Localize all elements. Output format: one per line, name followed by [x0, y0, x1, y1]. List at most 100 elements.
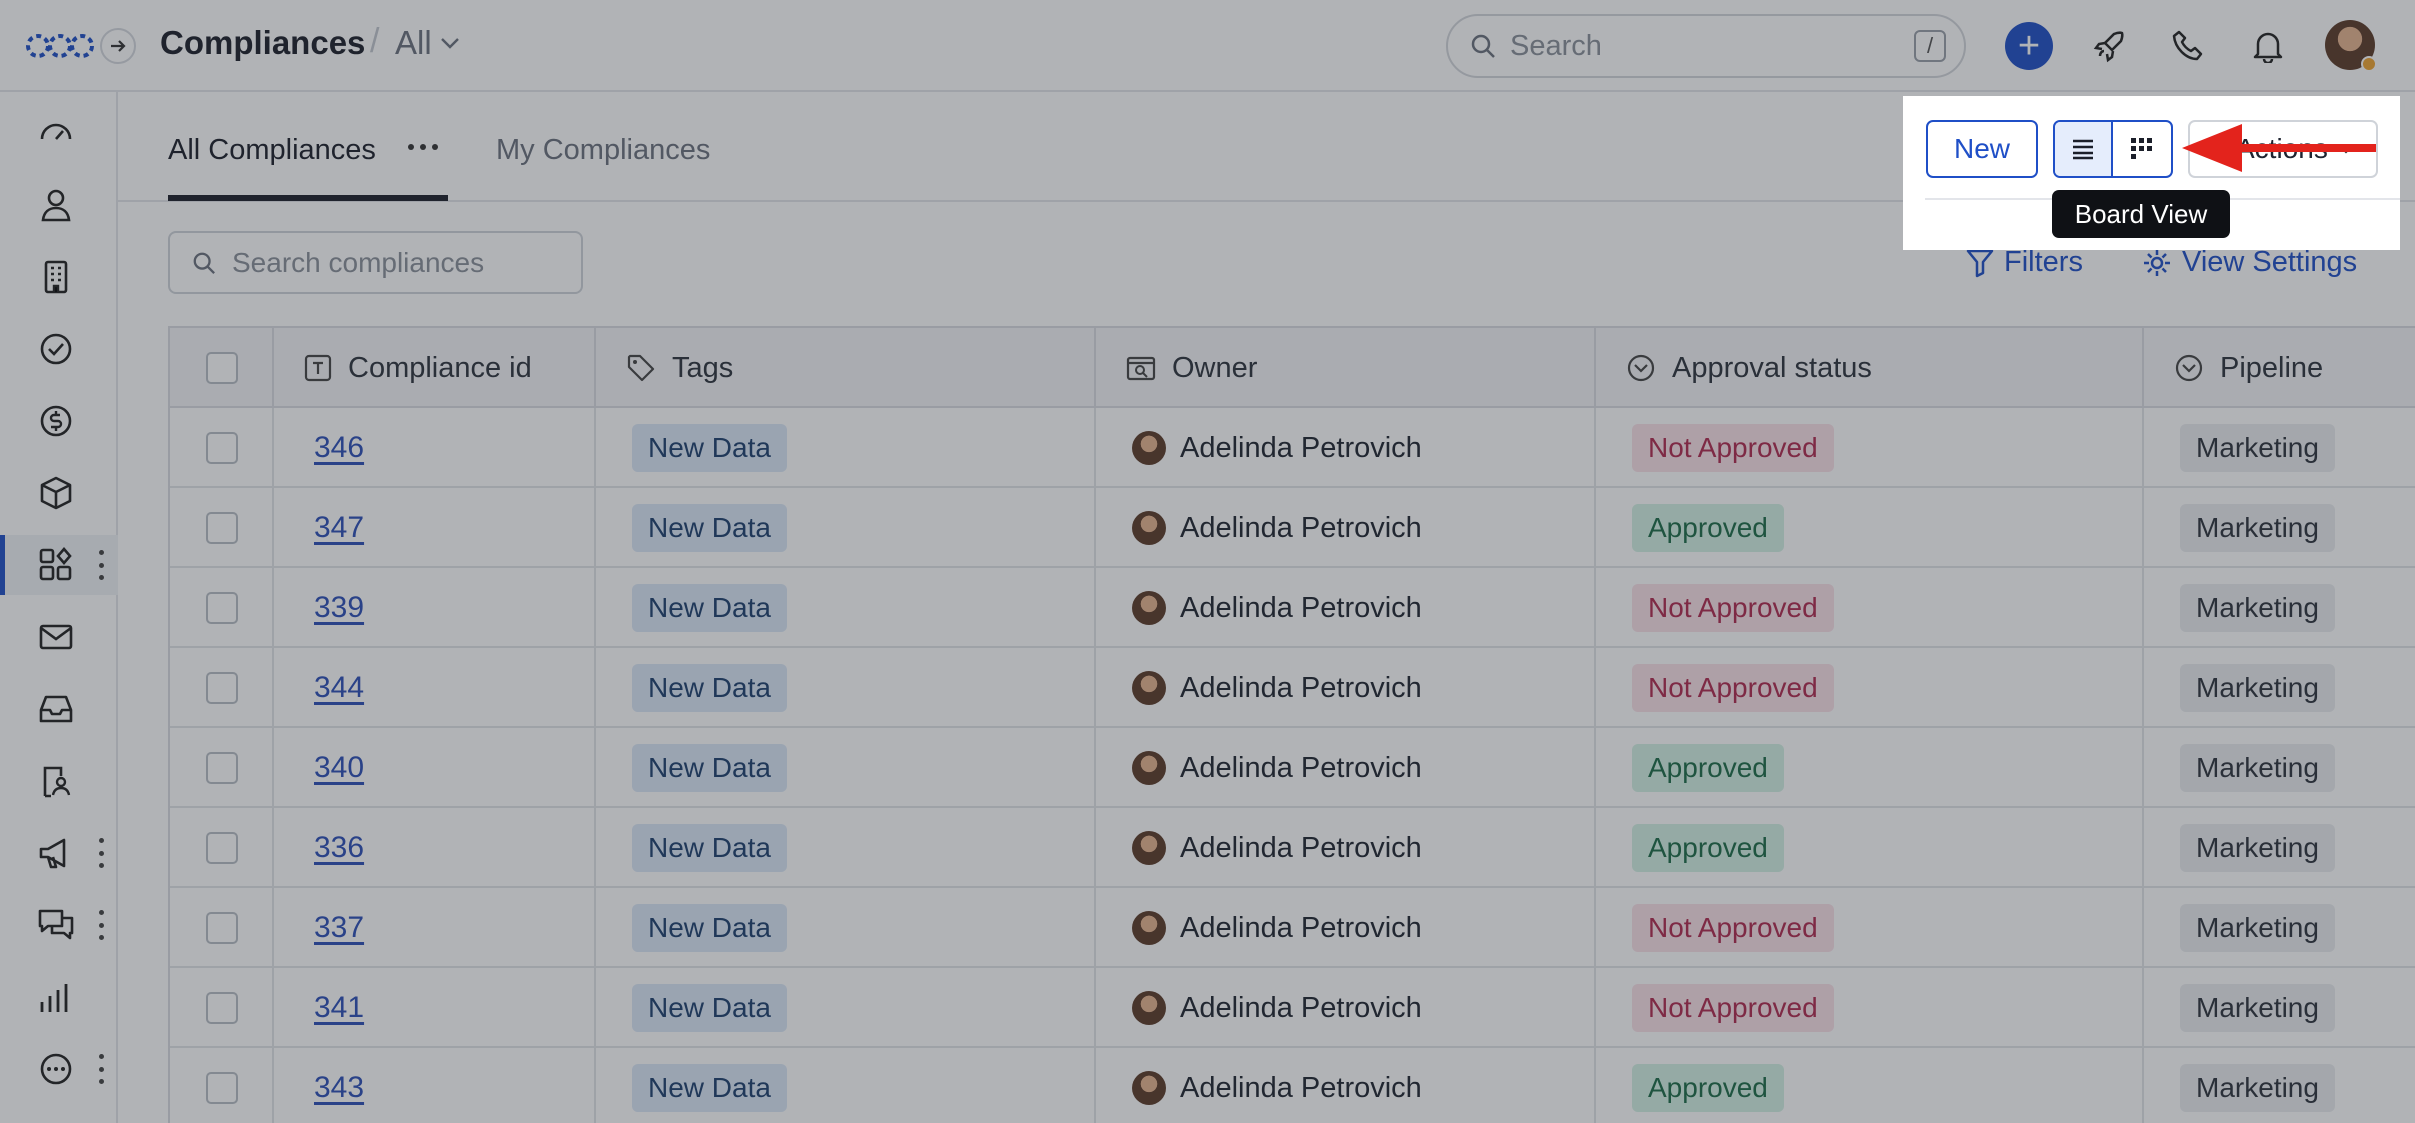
- compliance-search-input[interactable]: Search compliances: [168, 231, 583, 294]
- owner-chip[interactable]: Adelinda Petrovich: [1132, 1071, 1422, 1105]
- table-row[interactable]: 343 New Data Adelinda Petrovich Approved Mar…: [170, 1048, 2415, 1123]
- board-view-button[interactable]: [2113, 122, 2171, 176]
- owner-name: Adelinda Petrovich: [1180, 591, 1422, 624]
- sidebar-item-chat[interactable]: [0, 895, 118, 955]
- sidebar-more-menu-icon[interactable]: [95, 910, 107, 940]
- view-selector-label: All: [395, 24, 432, 61]
- compliance-id-link[interactable]: 340: [314, 751, 364, 785]
- sidebar-item-check-circle[interactable]: [0, 319, 118, 379]
- sidebar-item-apps[interactable]: [0, 535, 118, 595]
- status-badge: Not Approved: [1632, 424, 1834, 472]
- owner-chip[interactable]: Adelinda Petrovich: [1132, 751, 1422, 785]
- row-checkbox[interactable]: [206, 1072, 238, 1104]
- search-shortcut-key: /: [1914, 30, 1946, 62]
- tags-cell: New Data: [596, 968, 1096, 1048]
- compliance-id-link[interactable]: 337: [314, 911, 364, 945]
- column-label: Owner: [1172, 351, 1258, 384]
- sidebar-more-menu-icon[interactable]: [95, 1054, 107, 1084]
- column-label: Tags: [672, 351, 734, 384]
- row-checkbox[interactable]: [206, 832, 238, 864]
- row-checkbox[interactable]: [206, 592, 238, 624]
- table-row[interactable]: 344 New Data Adelinda Petrovich Not Approve…: [170, 648, 2415, 728]
- status-badge: Approved: [1632, 824, 1784, 872]
- compliance-id-link[interactable]: 341: [314, 991, 364, 1025]
- owner-cell: Adelinda Petrovich: [1096, 888, 1596, 968]
- sidebar-item-person[interactable]: [0, 175, 118, 235]
- user-avatar[interactable]: [2325, 20, 2377, 72]
- table-row[interactable]: 337 New Data Adelinda Petrovich Not Approve…: [170, 888, 2415, 968]
- dollar-icon: [36, 401, 76, 441]
- sidebar-item-megaphone[interactable]: [0, 823, 118, 883]
- compliance-id-link[interactable]: 343: [314, 1071, 364, 1105]
- table-row[interactable]: 347 New Data Adelinda Petrovich Approved Mar…: [170, 488, 2415, 568]
- sidebar-item-contact-card[interactable]: [0, 751, 118, 811]
- new-record-button[interactable]: New: [1926, 120, 2038, 178]
- phone-icon[interactable]: [2168, 26, 2208, 66]
- table-row[interactable]: 336 New Data Adelinda Petrovich Approved Mar…: [170, 808, 2415, 888]
- tag-badge: New Data: [632, 744, 787, 792]
- table-row[interactable]: 339 New Data Adelinda Petrovich Not Approve…: [170, 568, 2415, 648]
- select-all-checkbox[interactable]: [206, 352, 238, 384]
- owner-chip[interactable]: Adelinda Petrovich: [1132, 431, 1422, 465]
- compliance-id-link[interactable]: 344: [314, 671, 364, 705]
- compliance-id-link[interactable]: 339: [314, 591, 364, 625]
- owner-chip[interactable]: Adelinda Petrovich: [1132, 991, 1422, 1025]
- approval-status-cell: Not Approved: [1596, 648, 2144, 728]
- sidebar-item-bar-chart[interactable]: [0, 967, 118, 1027]
- column-header-approval-status[interactable]: Approval status: [1596, 328, 2144, 408]
- row-checkbox[interactable]: [206, 912, 238, 944]
- row-select-cell: [170, 648, 274, 728]
- compliance-id-link[interactable]: 347: [314, 511, 364, 545]
- owner-chip[interactable]: Adelinda Petrovich: [1132, 591, 1422, 625]
- global-search-input[interactable]: Search /: [1446, 14, 1966, 78]
- compliance-id-cell: 340: [274, 728, 596, 808]
- status-badge: Not Approved: [1632, 984, 1834, 1032]
- sidebar-item-dollar[interactable]: [0, 391, 118, 451]
- tab-more-menu-button[interactable]: [408, 144, 438, 150]
- row-checkbox[interactable]: [206, 672, 238, 704]
- compliance-search-placeholder: Search compliances: [232, 246, 485, 278]
- row-checkbox[interactable]: [206, 512, 238, 544]
- rocket-icon[interactable]: [2090, 26, 2130, 66]
- compliance-id-link[interactable]: 346: [314, 431, 364, 465]
- column-header-compliance-id[interactable]: Compliance id: [274, 328, 596, 408]
- sidebar-item-mail[interactable]: [0, 607, 118, 667]
- filters-button[interactable]: Filters: [1966, 246, 2083, 279]
- row-checkbox[interactable]: [206, 752, 238, 784]
- tab-all-compliances[interactable]: All Compliances: [168, 134, 376, 167]
- sidebar-more-menu-icon[interactable]: [95, 550, 107, 580]
- expand-sidebar-button[interactable]: [100, 28, 136, 64]
- table-row[interactable]: 341 New Data Adelinda Petrovich Not Approve…: [170, 968, 2415, 1048]
- list-view-button[interactable]: [2055, 122, 2113, 176]
- owner-name: Adelinda Petrovich: [1180, 911, 1422, 944]
- owner-name: Adelinda Petrovich: [1180, 751, 1422, 784]
- compliance-id-link[interactable]: 336: [314, 831, 364, 865]
- column-header-tags[interactable]: Tags: [596, 328, 1096, 408]
- app-logo-icon[interactable]: [26, 28, 94, 64]
- bell-icon[interactable]: [2248, 26, 2288, 66]
- sidebar-item-building[interactable]: [0, 247, 118, 307]
- owner-chip[interactable]: Adelinda Petrovich: [1132, 911, 1422, 945]
- sidebar-item-box[interactable]: [0, 463, 118, 523]
- owner-chip[interactable]: Adelinda Petrovich: [1132, 511, 1422, 545]
- tab-my-compliances[interactable]: My Compliances: [496, 134, 710, 167]
- owner-chip[interactable]: Adelinda Petrovich: [1132, 671, 1422, 705]
- table-row[interactable]: 340 New Data Adelinda Petrovich Approved Mar…: [170, 728, 2415, 808]
- column-header-owner[interactable]: Owner: [1096, 328, 1596, 408]
- column-header-pipeline[interactable]: Pipeline: [2144, 328, 2415, 408]
- view-settings-button[interactable]: View Settings: [2142, 246, 2357, 279]
- sidebar-item-inbox[interactable]: [0, 679, 118, 739]
- text-field-icon: [304, 354, 332, 382]
- owner-name: Adelinda Petrovich: [1180, 431, 1422, 464]
- sidebar-more-menu-icon[interactable]: [95, 838, 107, 868]
- owner-chip[interactable]: Adelinda Petrovich: [1132, 831, 1422, 865]
- create-plus-button[interactable]: +: [2005, 22, 2053, 70]
- avatar: [1132, 911, 1166, 945]
- row-checkbox[interactable]: [206, 432, 238, 464]
- owner-cell: Adelinda Petrovich: [1096, 808, 1596, 888]
- sidebar-item-more-circle[interactable]: [0, 1039, 118, 1099]
- sidebar-item-gauge[interactable]: [0, 103, 118, 163]
- row-checkbox[interactable]: [206, 992, 238, 1024]
- view-selector-dropdown[interactable]: All: [395, 24, 460, 62]
- table-row[interactable]: 346 New Data Adelinda Petrovich Not Approve…: [170, 408, 2415, 488]
